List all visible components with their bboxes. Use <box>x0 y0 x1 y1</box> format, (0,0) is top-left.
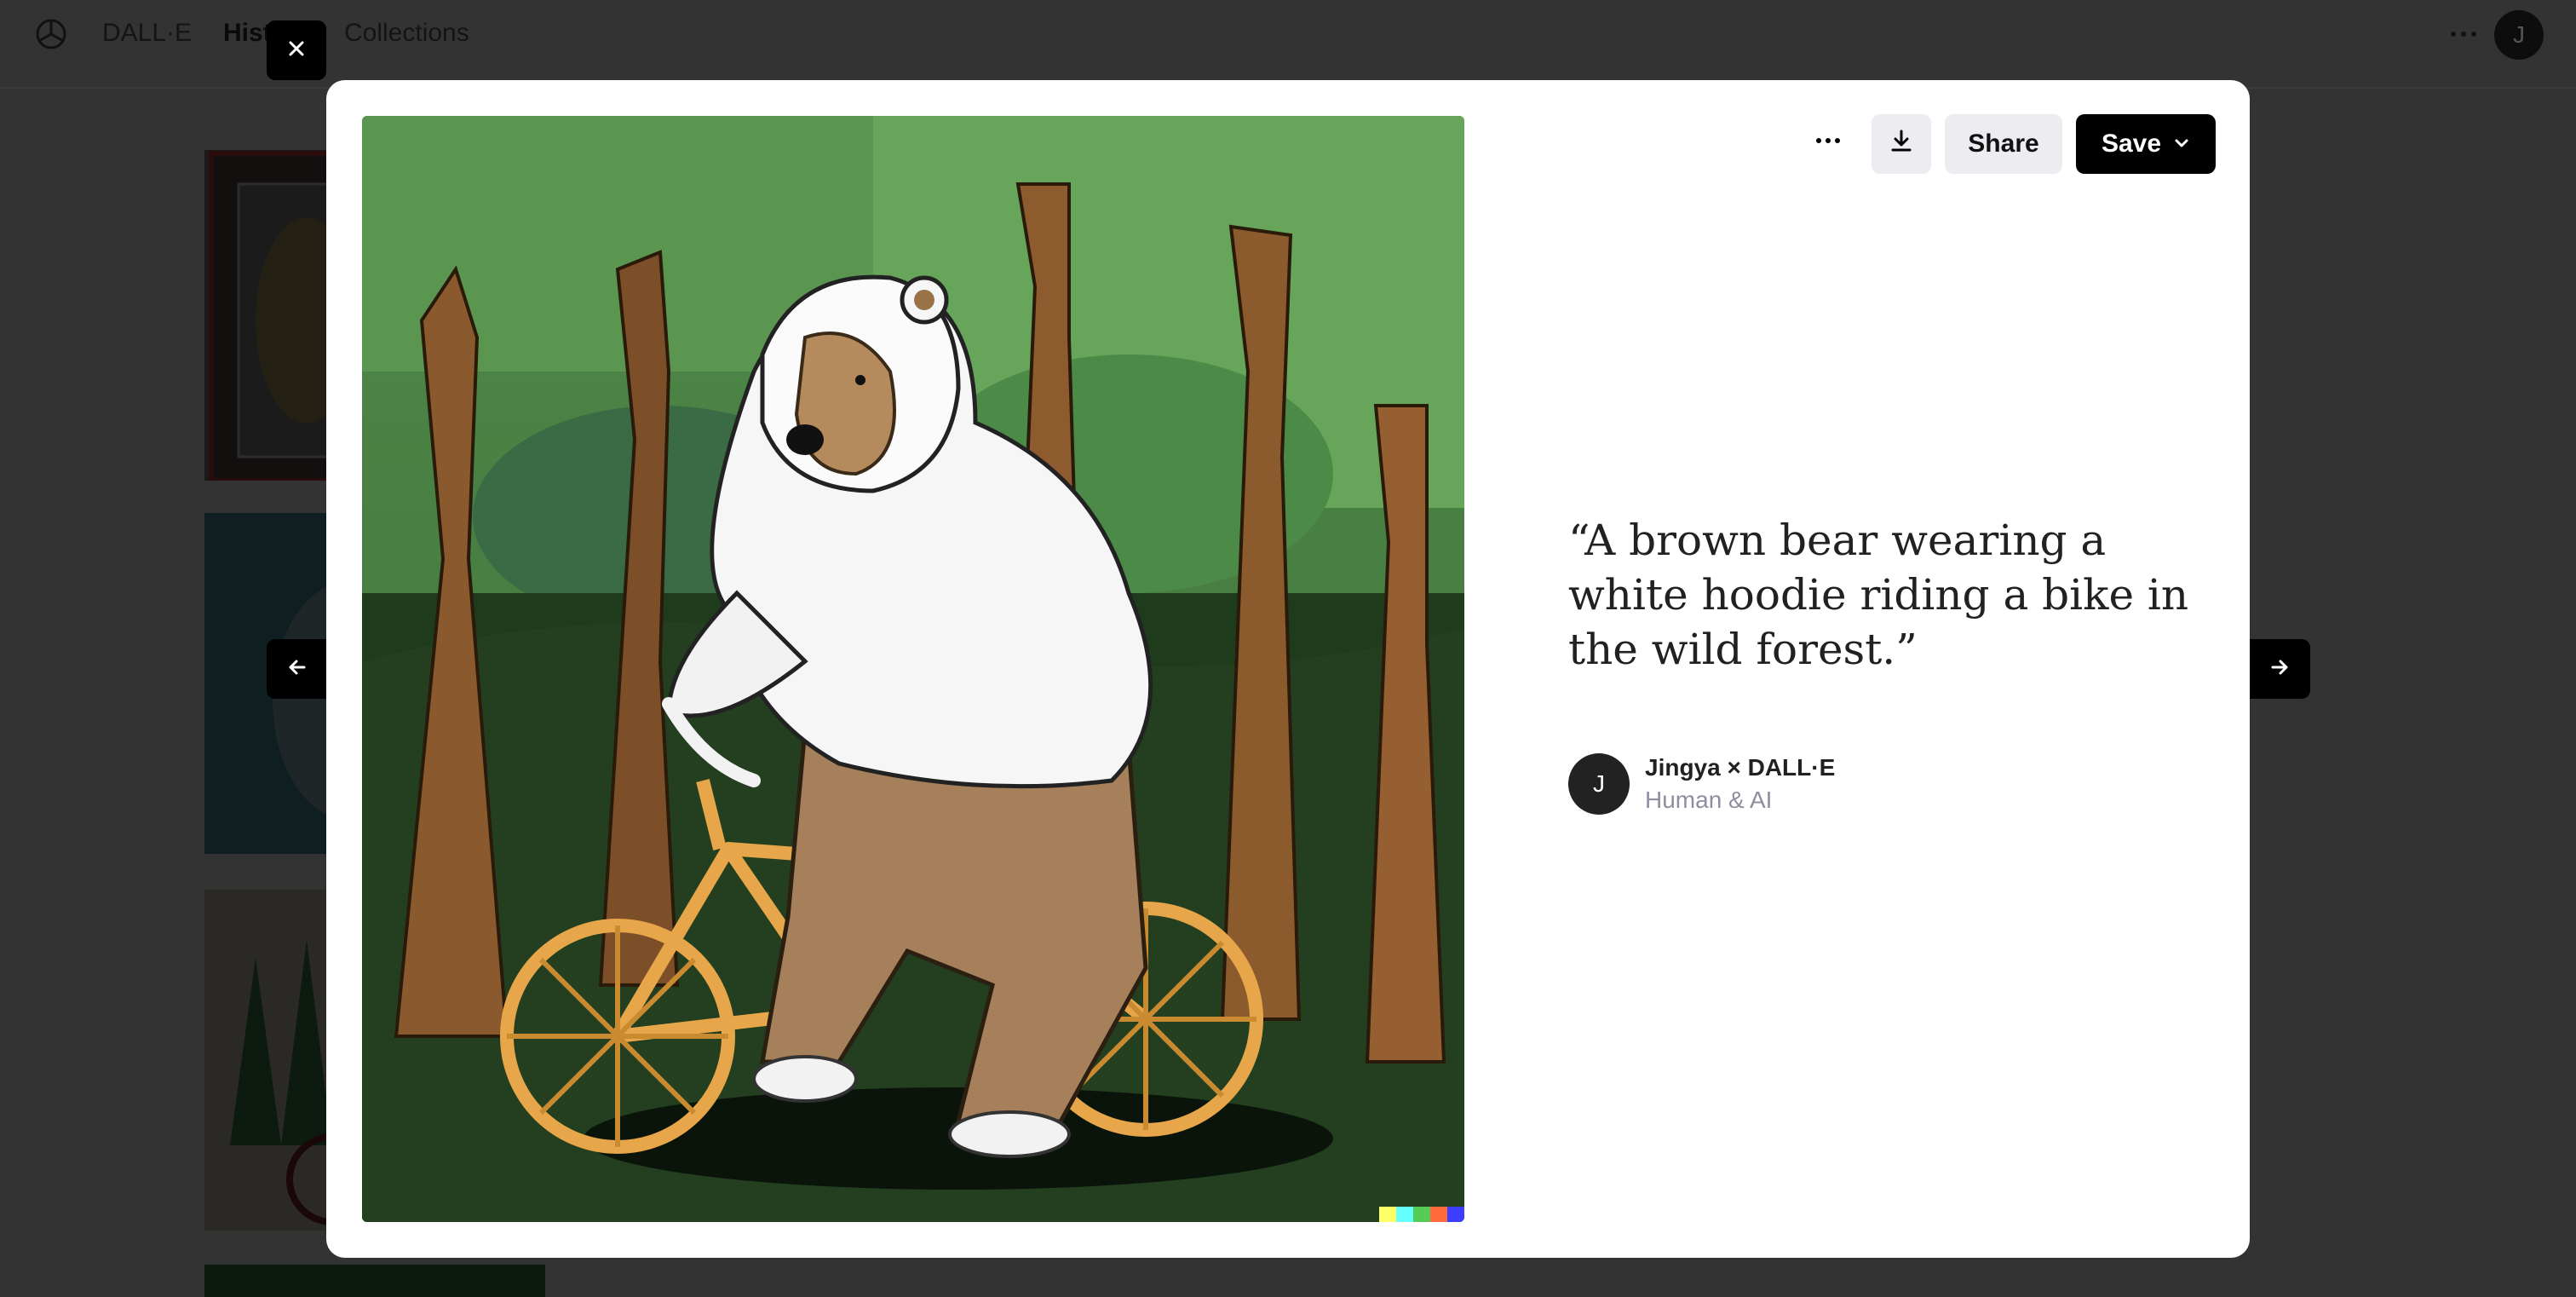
user-avatar[interactable]: J <box>2494 10 2544 60</box>
nav-history[interactable]: Hist <box>223 19 272 48</box>
image-toolbar: Share Save <box>1798 114 2216 174</box>
creator-subtitle: Human & AI <box>1645 787 1773 813</box>
creator-info: J Jingya × DALL·E Human & AI <box>1568 753 1835 815</box>
arrow-right-icon <box>2269 657 2290 682</box>
creator-text: Jingya × DALL·E Human & AI <box>1645 754 1835 814</box>
share-button[interactable]: Share <box>1945 114 2062 174</box>
chevron-down-icon <box>2173 130 2190 159</box>
arrow-left-icon <box>287 657 308 682</box>
save-button-label: Save <box>2101 130 2162 158</box>
close-icon <box>286 38 307 63</box>
image-prompt: “A brown bear wearing a white hoodie rid… <box>1568 516 2189 674</box>
creator-avatar: J <box>1568 753 1630 815</box>
download-button[interactable] <box>1872 114 1931 174</box>
top-bar: DALL·E Hist Collections J <box>0 0 2576 89</box>
openai-logo-icon[interactable] <box>32 15 70 53</box>
save-button[interactable]: Save <box>2076 114 2216 174</box>
image-detail-modal: Share Save “A brown bear wearing a white… <box>326 80 2250 1258</box>
more-horizontal-icon <box>1814 126 1843 162</box>
close-button[interactable] <box>267 20 326 80</box>
more-options-button[interactable] <box>1798 114 1858 174</box>
history-thumbnail[interactable] <box>204 1265 545 1297</box>
more-horizontal-icon[interactable] <box>2447 17 2481 51</box>
creator-name: Jingya × DALL·E <box>1645 754 1836 781</box>
download-icon <box>1889 128 1914 160</box>
generated-image <box>362 116 1464 1222</box>
nav-collections[interactable]: Collections <box>344 19 469 48</box>
nav-brand[interactable]: DALL·E <box>102 19 192 48</box>
